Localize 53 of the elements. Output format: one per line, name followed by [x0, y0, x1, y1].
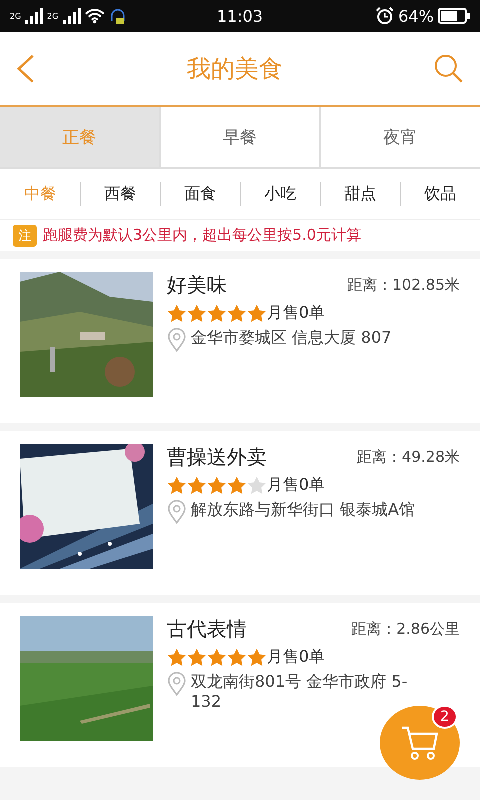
shop-distance: 距离：2.86公里 [352, 620, 460, 639]
shop-address: 金华市婺城区 信息大厦 807 [191, 328, 393, 348]
network-label: 2G [47, 12, 59, 20]
notice-badge: 注 [13, 224, 37, 246]
shop-name: 曹操送外卖 [167, 444, 267, 471]
star-icon [247, 476, 267, 495]
signal-icon [62, 8, 81, 24]
star-icon [187, 304, 207, 323]
category-tab[interactable]: 小吃 [240, 182, 320, 206]
category-tab[interactable]: 西餐 [80, 182, 160, 206]
search-icon[interactable] [434, 54, 464, 84]
monthly-sales: 月售0单 [267, 303, 326, 324]
category-tab[interactable]: 面食 [160, 182, 240, 206]
location-pin-icon [167, 672, 187, 696]
monthly-sales: 月售0单 [267, 475, 326, 496]
star-icon [247, 648, 267, 667]
monthly-sales: 月售0单 [267, 647, 326, 668]
shop-address: 双龙南街801号 金华市政府 5-132 [191, 672, 409, 712]
battery-percent: 64% [398, 6, 434, 26]
star-icon [227, 648, 247, 667]
network-label: 2G [10, 12, 22, 20]
battery-icon [438, 8, 470, 24]
star-icon [227, 476, 247, 495]
clock-time: 11:03 [216, 6, 264, 26]
shop-name: 好美味 [167, 272, 227, 299]
category-tab[interactable]: 甜点 [320, 182, 400, 206]
shop-address: 解放东路与新华街口 银泰城A馆 [191, 500, 416, 520]
page-title: 我的美食 [187, 54, 283, 84]
headset-icon [108, 7, 127, 25]
shop-card[interactable]: 曹操送外卖 距离：49.28米 月售0单 解放东路与新华街口 银泰城A馆 [0, 431, 480, 595]
location-pin-icon [167, 500, 187, 524]
back-icon[interactable] [16, 54, 36, 84]
shop-distance: 距离：102.85米 [348, 276, 460, 295]
star-icon [187, 476, 207, 495]
signal-icon [25, 8, 44, 24]
shop-card[interactable]: 好美味 距离：102.85米 月售0单 金华市婺城区 信息大厦 807 [0, 259, 480, 423]
alarm-icon [376, 7, 394, 25]
star-icon [207, 304, 227, 323]
shop-name: 古代表情 [167, 616, 247, 643]
category-tab[interactable]: 饮品 [400, 182, 480, 206]
star-icon [167, 304, 187, 323]
notice-text: 跑腿费为默认3公里内，超出每公里按5.0元计算 [43, 226, 362, 245]
star-icon [167, 476, 187, 495]
star-icon [187, 648, 207, 667]
star-icon [167, 648, 187, 667]
shop-distance: 距离：49.28米 [357, 448, 460, 467]
location-pin-icon [167, 328, 187, 352]
star-icon [207, 476, 227, 495]
star-icon [247, 304, 267, 323]
star-icon [227, 304, 247, 323]
cart-icon [400, 725, 440, 761]
star-icon [207, 648, 227, 667]
wifi-icon [84, 8, 105, 24]
